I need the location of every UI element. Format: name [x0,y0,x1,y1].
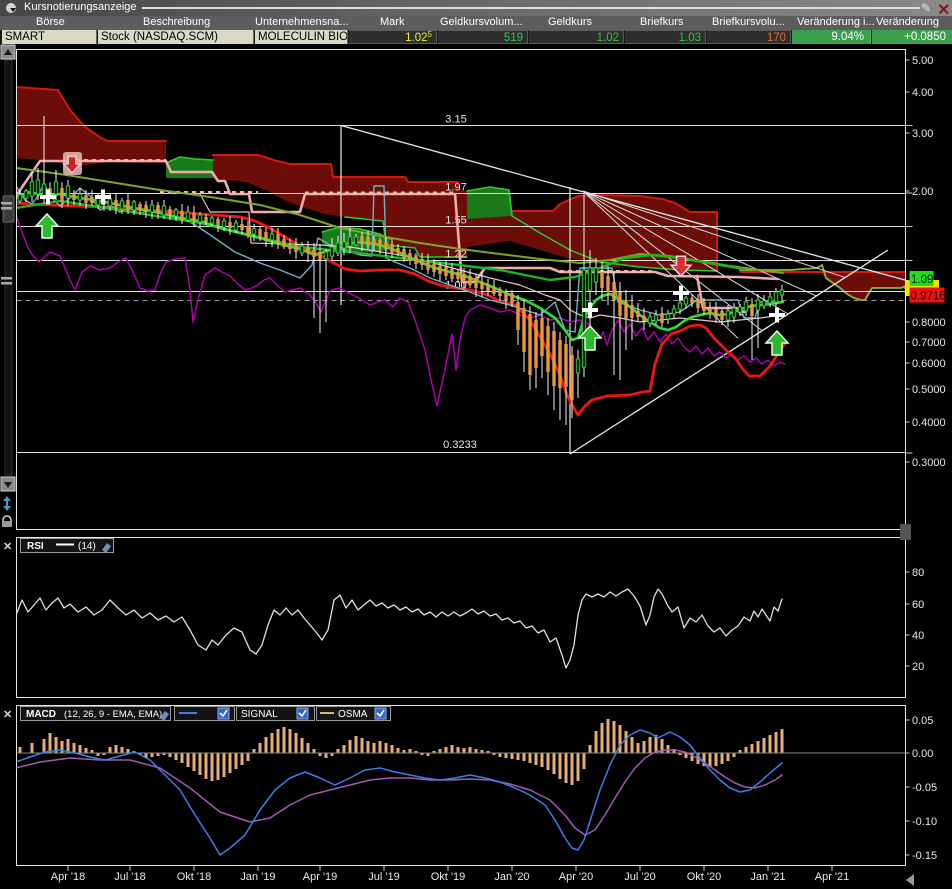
svg-text:Apr '20: Apr '20 [559,871,594,883]
svg-text:Okt '20: Okt '20 [687,871,722,883]
svg-text:2.00: 2.00 [912,186,933,198]
svg-text:0.00: 0.00 [912,748,933,760]
svg-text:Jul '20: Jul '20 [624,871,655,883]
svg-text:-0.10: -0.10 [912,816,937,828]
svg-text:Apr '21: Apr '21 [815,871,850,883]
svg-text:0.6000: 0.6000 [912,358,946,370]
svg-text:-0.15: -0.15 [912,850,937,862]
svg-text:0.05: 0.05 [912,715,933,727]
svg-text:Jan '21: Jan '21 [750,871,785,883]
svg-text:3.15: 3.15 [445,114,466,126]
svg-text:MACD: MACD [26,709,56,720]
svg-text:Jan '20: Jan '20 [494,871,529,883]
svg-text:Apr '18: Apr '18 [51,871,86,883]
svg-text:0.8000: 0.8000 [912,317,946,329]
svg-text:0.7000: 0.7000 [912,337,946,349]
svg-text:80: 80 [912,567,924,579]
svg-text:OSMA: OSMA [338,709,368,720]
svg-text:✕: ✕ [3,541,12,553]
svg-text:4.00: 4.00 [912,87,933,99]
svg-text:(12, 26, 9 - EMA, EMA): (12, 26, 9 - EMA, EMA) [64,709,162,720]
svg-text:40: 40 [912,630,924,642]
svg-text:(14): (14) [78,541,96,552]
svg-text:3.00: 3.00 [912,128,933,140]
svg-text:Jan '19: Jan '19 [240,871,275,883]
svg-text:5.00: 5.00 [912,55,933,67]
svg-text:20: 20 [912,661,924,673]
svg-text:0.4000: 0.4000 [912,417,946,429]
svg-text:Jul '19: Jul '19 [368,871,399,883]
svg-text:0.9716: 0.9716 [911,291,946,303]
svg-text:1.97: 1.97 [445,182,466,194]
svg-text:60: 60 [912,599,924,611]
svg-text:0.3000: 0.3000 [912,457,946,469]
svg-text:Jul '18: Jul '18 [114,871,145,883]
svg-text:✕: ✕ [3,709,12,721]
svg-text:Apr '19: Apr '19 [303,871,338,883]
svg-text:0.3233: 0.3233 [443,439,477,451]
svg-text:Okt '19: Okt '19 [431,871,466,883]
svg-text:0.5000: 0.5000 [912,384,946,396]
svg-text:-0.05: -0.05 [912,782,937,794]
svg-text:SIGNAL: SIGNAL [241,709,278,720]
svg-text:Okt '18: Okt '18 [177,871,212,883]
svg-text:RSI: RSI [27,541,44,552]
svg-text:1.09: 1.09 [911,274,933,286]
